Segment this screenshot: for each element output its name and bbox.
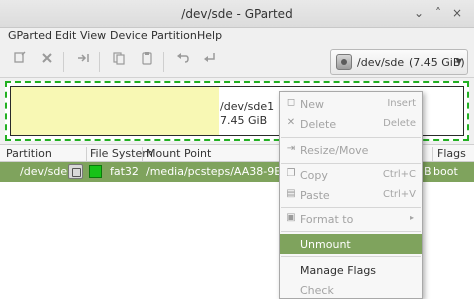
toolbar-separator [99,52,100,72]
copy-icon: ❐ [286,168,296,179]
partition-block-size: 7.45 GiB [220,114,268,127]
harddisk-icon [336,54,352,70]
menu-item-label: Manage Flags [300,264,377,277]
menu-item-label: Check [300,284,334,297]
column-file-system[interactable]: File System [90,147,153,160]
menu-item-accel: Ctrl+C [382,169,416,180]
menu-item-unmount[interactable]: Unmount [280,234,422,254]
menu-help[interactable]: Help [197,29,222,42]
menu-item-label: New [300,98,324,111]
delete-icon[interactable] [36,51,58,73]
column-partition[interactable]: Partition [6,147,52,160]
column-mount-point[interactable]: Mount Point [146,147,211,160]
undo-icon[interactable] [172,51,194,73]
menu-item-manage-flags[interactable]: Manage Flags [280,260,422,280]
menu-item-label: Format to [300,213,354,226]
paste-icon: ▤ [286,188,296,199]
menu-item-accel: Delete [383,118,416,129]
column-divider [86,147,87,161]
menu-view[interactable]: View [80,29,106,42]
menu-separator [281,163,421,164]
device-selector[interactable]: /dev/sde (7.45 GiB) ▼ [330,49,468,75]
menu-item-new[interactable]: ◻ New Insert [280,94,422,114]
menu-item-label: Copy [300,169,328,182]
submenu-arrow-icon: ▸ [409,213,414,222]
menu-gparted[interactable]: GParted [8,29,52,42]
menu-partition[interactable]: Partition [151,29,197,42]
menu-item-paste[interactable]: ▤ Paste Ctrl+V [280,185,422,205]
menu-item-label: Resize/Move [300,144,369,157]
cell-mount-point: /media/pcsteps/AA38-9E1F [146,165,295,178]
used-space-bar [11,87,219,135]
menu-item-check[interactable]: Check [280,280,422,299]
new-icon: ◻ [286,97,296,108]
cell-flags-partial: B [424,165,432,178]
column-flags[interactable]: Flags [437,147,466,160]
resize-move-icon: ⇥ [286,143,296,154]
menu-separator [281,256,421,257]
menu-item-label: Unmount [300,238,351,251]
menu-separator [281,137,421,138]
cell-flags: boot [433,165,458,178]
format-icon: ▣ [286,212,296,223]
paste-icon[interactable] [136,51,158,73]
menu-item-copy[interactable]: ❐ Copy Ctrl+C [280,165,422,185]
toolbar-separator [63,52,64,72]
dropdown-arrow-icon: ▼ [455,57,462,66]
menu-item-resize-move[interactable]: ⇥ Resize/Move [280,140,422,160]
column-divider [142,147,143,161]
new-icon[interactable] [9,51,31,73]
menu-item-accel: Insert [387,98,416,109]
menu-separator [281,231,421,232]
menu-bar: GParted Edit View Device Partition Help [0,28,474,46]
cell-filesystem: fat32 [110,165,139,178]
window-title: /dev/sde - GParted [181,7,293,21]
resize-move-icon[interactable] [72,51,94,73]
partition-block-name: /dev/sde1 [220,100,275,113]
menu-item-label: Delete [300,118,337,131]
menu-device[interactable]: Device [110,29,148,42]
title-bar: /dev/sde - GParted ⌄ ˄ × [0,0,474,28]
delete-icon: ✕ [286,117,296,128]
apply-icon[interactable] [199,51,221,73]
menu-edit[interactable]: Edit [55,29,76,42]
toolbar-separator [163,52,164,72]
close-icon[interactable]: × [450,6,464,20]
partition-context-menu: ◻ New Insert ✕ Delete Delete ⇥ Resize/Mo… [279,91,423,299]
column-divider [432,147,433,161]
menu-item-format-to[interactable]: ▣ Format to ▸ [280,209,422,229]
menu-item-accel: Ctrl+V [382,189,416,200]
lock-icon [68,164,83,179]
copy-icon[interactable] [108,51,130,73]
cell-partition: /dev/sde1 [20,165,75,178]
maximize-icon[interactable]: ˄ [431,6,445,20]
minimize-icon[interactable]: ⌄ [412,6,426,20]
device-name: /dev/sde [357,56,405,69]
menu-separator [281,207,421,208]
menu-item-label: Paste [300,189,330,202]
filesystem-color-swatch [89,165,102,178]
menu-item-delete[interactable]: ✕ Delete Delete [280,114,422,134]
toolbar: /dev/sde (7.45 GiB) ▼ [0,46,474,78]
